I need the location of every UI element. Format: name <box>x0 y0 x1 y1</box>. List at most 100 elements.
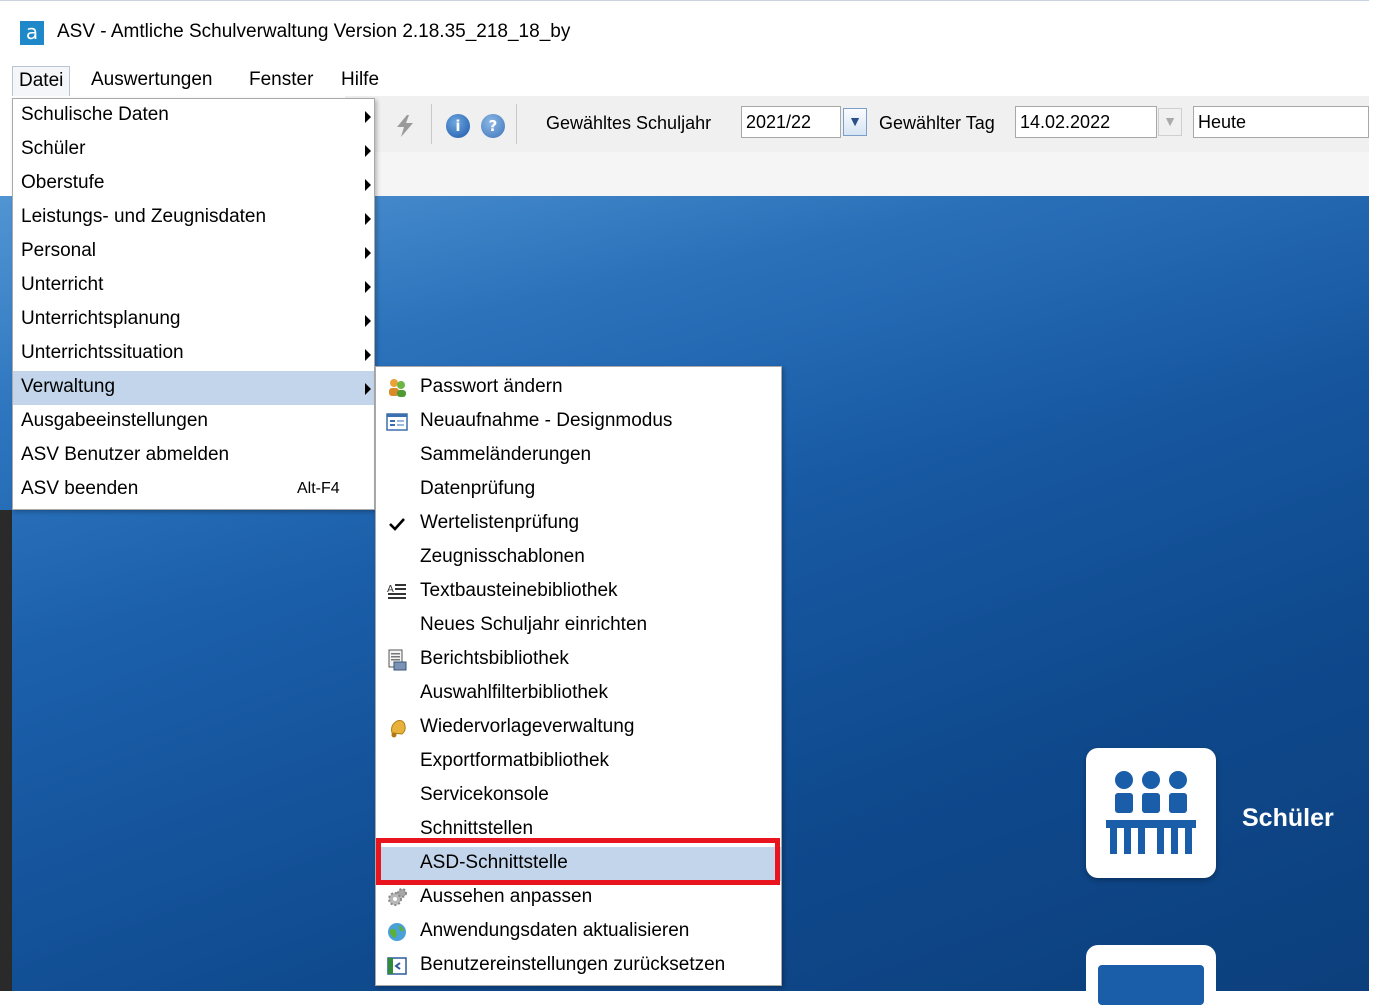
menu-item-exportformatbibliothek[interactable]: Exportformatbibliothek <box>376 745 781 779</box>
submenu-arrow-icon <box>365 179 371 191</box>
schueler-tile-label[interactable]: Schüler <box>1242 804 1334 833</box>
form-icon <box>386 413 408 431</box>
menu-item-label: Oberstufe <box>21 172 105 193</box>
chevron-down-icon[interactable]: ▼ <box>843 108 867 136</box>
menu-item-beenden[interactable]: ASV beenden Alt-F4 <box>13 473 374 507</box>
menu-item-label: ASV Benutzer abmelden <box>21 444 230 465</box>
menu-item-anwendungsdaten[interactable]: Anwendungsdaten aktualisieren <box>376 915 781 949</box>
menu-item-zeugnisschablonen[interactable]: Zeugnisschablonen <box>376 541 781 575</box>
gears-icon <box>388 888 407 906</box>
menu-item-benutzereinstellungen[interactable]: Benutzereinstellungen zurücksetzen <box>376 949 781 983</box>
menu-item-label: Exportformatbibliothek <box>420 750 610 771</box>
menu-item-servicekonsole[interactable]: Servicekonsole <box>376 779 781 813</box>
tag-label: Gewählter Tag <box>879 113 995 133</box>
verwaltung-submenu: Passwort ändern Neuaufnahme - Designmodu… <box>375 366 782 986</box>
desktop-edge <box>0 510 12 991</box>
menu-item-label: Auswahlfilterbibliothek <box>420 682 608 703</box>
menu-item-neuaufnahme[interactable]: Neuaufnahme - Designmodus <box>376 405 781 439</box>
schueler-tile[interactable] <box>1086 748 1216 878</box>
checkmark-icon <box>389 518 405 531</box>
menu-fenster[interactable]: Fenster <box>243 66 319 96</box>
toolbar-separator <box>516 104 517 144</box>
submenu-arrow-icon <box>365 213 371 225</box>
menu-item-label: Zeugnisschablonen <box>420 546 585 567</box>
lightning-icon[interactable] <box>393 114 417 138</box>
menu-item-verwaltung[interactable]: Verwaltung <box>13 371 374 405</box>
menu-item-aussehen-anpassen[interactable]: Aussehen anpassen <box>376 881 781 915</box>
menu-item-label: Sammeländerungen <box>420 444 592 465</box>
submenu-arrow-icon <box>365 145 371 157</box>
menu-item-passwort-aendern[interactable]: Passwort ändern <box>376 371 781 405</box>
menu-bar: Datei Auswertungen Fenster Hilfe <box>0 60 1369 96</box>
menu-item-label: Neuaufnahme - Designmodus <box>420 410 673 431</box>
toolbar-separator <box>431 104 432 144</box>
menu-item-label: Ausgabeeinstellungen <box>21 410 208 431</box>
menu-item-label: Wertelistenprüfung <box>420 512 580 533</box>
menu-item-auswahlfilterbibliothek[interactable]: Auswahlfilterbibliothek <box>376 677 781 711</box>
second-tile[interactable] <box>1086 945 1216 1005</box>
key-users-icon <box>389 379 406 397</box>
menu-item-schulische-daten[interactable]: Schulische Daten <box>13 99 374 133</box>
menu-item-oberstufe[interactable]: Oberstufe <box>13 167 374 201</box>
title-bar: a ASV - Amtliche Schulverwaltung Version… <box>0 0 1369 61</box>
menu-item-wiedervorlageverwaltung[interactable]: Wiedervorlageverwaltung <box>376 711 781 745</box>
schuljahr-select[interactable]: 2021/22 <box>741 106 841 138</box>
menu-hilfe[interactable]: Hilfe <box>335 66 385 96</box>
menu-item-label: Personal <box>21 240 96 261</box>
menu-item-wertelistenpruefung[interactable]: Wertelistenprüfung <box>376 507 781 541</box>
menu-item-unterrichtssituation[interactable]: Unterrichtssituation <box>13 337 374 371</box>
heute-field[interactable]: Heute <box>1193 106 1369 138</box>
second-tile-icon <box>1098 965 1204 1005</box>
menu-item-label: Schnittstellen <box>420 818 534 839</box>
menu-auswertungen[interactable]: Auswertungen <box>85 66 218 96</box>
menu-item-personal[interactable]: Personal <box>13 235 374 269</box>
menu-item-label: Neues Schuljahr einrichten <box>420 614 648 635</box>
menu-item-datenpruefung[interactable]: Datenprüfung <box>376 473 781 507</box>
menu-item-label: Unterricht <box>21 274 104 295</box>
text-block-icon: A <box>387 584 406 599</box>
submenu-arrow-icon <box>365 281 371 293</box>
menu-item-label: Anwendungsdaten aktualisieren <box>420 920 690 941</box>
info-icon[interactable]: i <box>446 114 470 138</box>
menu-datei[interactable]: Datei <box>12 66 71 96</box>
highlight-annotation <box>376 838 780 885</box>
menu-item-label: Datenprüfung <box>420 478 536 499</box>
datei-menu: Schulische Daten Schüler Oberstufe Leist… <box>12 98 375 510</box>
menu-item-label: Unterrichtssituation <box>21 342 184 363</box>
menu-item-schueler[interactable]: Schüler <box>13 133 374 167</box>
reset-window-icon <box>387 957 407 975</box>
menu-item-label: Aussehen anpassen <box>420 886 593 907</box>
report-icon <box>388 649 407 671</box>
menu-item-label: Leistungs- und Zeugnisdaten <box>21 206 267 227</box>
chevron-down-icon[interactable]: ▼ <box>1158 108 1182 136</box>
menu-item-ausgabeeinstellungen[interactable]: Ausgabeeinstellungen <box>13 405 374 439</box>
menu-item-abmelden[interactable]: ASV Benutzer abmelden <box>13 439 374 473</box>
window-title: ASV - Amtliche Schulverwaltung Version 2… <box>57 21 571 42</box>
menu-item-shortcut: Alt-F4 <box>297 480 340 497</box>
submenu-arrow-icon <box>365 315 371 327</box>
submenu-arrow-icon <box>365 349 371 361</box>
menu-item-leistungsdaten[interactable]: Leistungs- und Zeugnisdaten <box>13 201 374 235</box>
menu-item-label: ASV beenden <box>21 478 139 499</box>
help-icon[interactable]: ? <box>481 114 505 138</box>
menu-item-label: Benutzereinstellungen zurücksetzen <box>420 954 726 975</box>
submenu-arrow-icon <box>365 111 371 123</box>
toolbar: i ? Gewähltes Schuljahr 2021/22 ▼ Gewähl… <box>345 96 1369 154</box>
submenu-arrow-icon <box>365 383 371 395</box>
bell-icon <box>391 720 406 738</box>
menu-item-berichtsbibliothek[interactable]: Berichtsbibliothek <box>376 643 781 677</box>
menu-item-label: Schulische Daten <box>21 104 169 125</box>
menu-item-label: Verwaltung <box>21 376 116 397</box>
menu-item-label: Passwort ändern <box>420 376 563 397</box>
globe-refresh-icon <box>388 923 406 941</box>
menu-item-unterrichtsplanung[interactable]: Unterrichtsplanung <box>13 303 374 337</box>
tag-date-field[interactable]: 14.02.2022 <box>1015 106 1157 138</box>
menu-item-label: Unterrichtsplanung <box>21 308 181 329</box>
menu-item-sammelaenderungen[interactable]: Sammeländerungen <box>376 439 781 473</box>
menu-item-label: Wiedervorlageverwaltung <box>420 716 635 737</box>
menu-item-neues-schuljahr[interactable]: Neues Schuljahr einrichten <box>376 609 781 643</box>
menu-item-unterricht[interactable]: Unterricht <box>13 269 374 303</box>
menu-item-label: Textbausteinebibliothek <box>420 580 618 601</box>
menu-item-label: Schüler <box>21 138 86 159</box>
menu-item-textbausteinebibliothek[interactable]: A Textbausteinebibliothek <box>376 575 781 609</box>
